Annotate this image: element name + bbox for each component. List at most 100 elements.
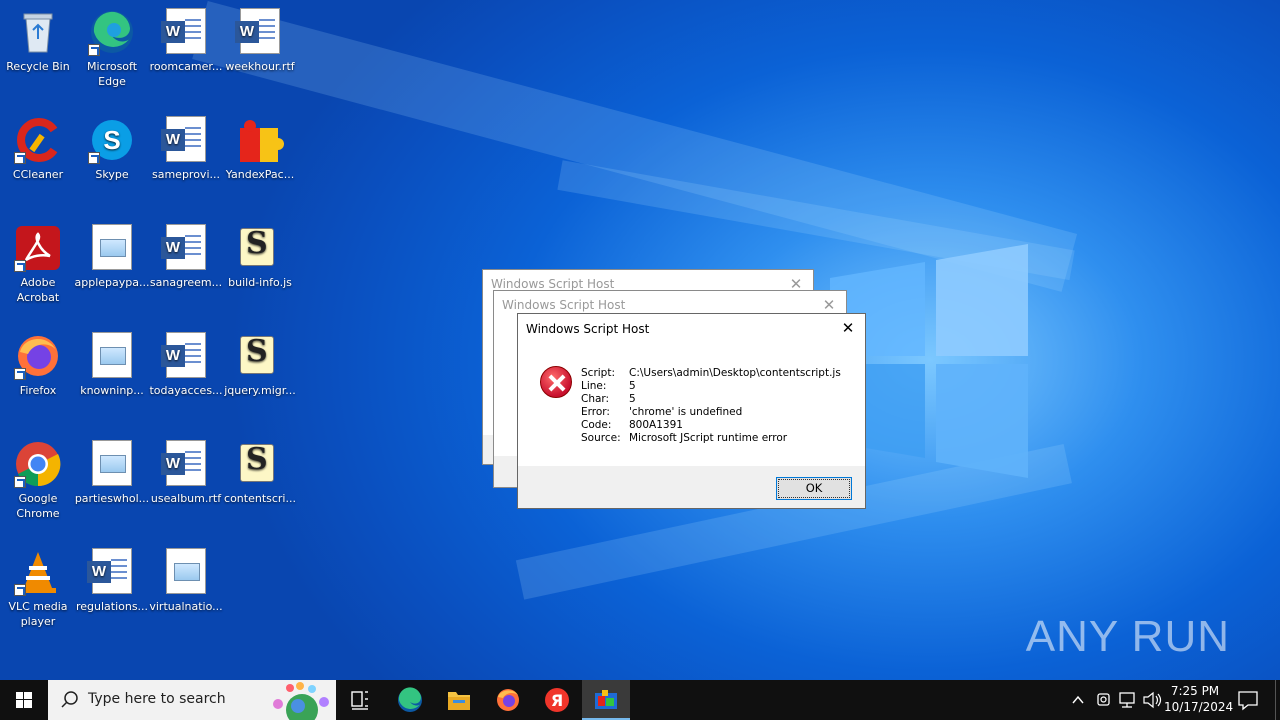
tray-overflow-button[interactable] (1066, 680, 1090, 720)
windows-start-icon (16, 692, 32, 708)
desktop-icon-file[interactable]: W sanagreem... (148, 224, 224, 290)
desktop-icon-file[interactable]: W usealbum.rtf (148, 440, 224, 506)
taskbar-yandex[interactable]: Я (533, 680, 581, 720)
desktop-icon-skype[interactable]: S Skype (74, 116, 150, 182)
skype-icon: S (88, 116, 136, 164)
shortcut-arrow-icon (88, 152, 100, 164)
tray-meet-now[interactable] (1092, 680, 1116, 720)
network-icon (1119, 692, 1135, 708)
error-row-script: Script: C:\Users\admin\Desktop\contentscr… (581, 367, 841, 379)
error-row-source: Source: Microsoft JScript runtime error (581, 432, 788, 444)
desktop[interactable]: Recycle Bin CCleaner Adobe Acrobat Firef… (0, 0, 1280, 680)
dialog-title: Windows Script Host (526, 322, 650, 336)
desktop-icon-file[interactable]: partieswhol... (74, 440, 150, 506)
desktop-icon-label: CCleaner (12, 168, 64, 181)
search-box[interactable]: Type here to search (48, 680, 336, 720)
desktop-icon-microsoft-edge[interactable]: Microsoft Edge (74, 8, 150, 89)
word-document-icon: W (161, 440, 210, 488)
close-icon[interactable]: ✕ (839, 319, 857, 337)
firefox-icon (14, 332, 62, 380)
tray-volume[interactable] (1140, 680, 1164, 720)
anyrun-watermark: ANY RUN (1025, 612, 1230, 661)
desktop-icon-label: sanagreem... (149, 276, 223, 289)
word-document-icon: W (235, 8, 284, 56)
desktop-icon-label: build-info.js (228, 276, 292, 289)
dialog-body: Script: C:\Users\admin\Desktop\contentscr… (518, 344, 865, 466)
image-file-icon (88, 440, 136, 488)
tray-clock[interactable]: 7:25 PM 10/17/2024 (1164, 680, 1234, 720)
recycle-bin-icon (14, 8, 62, 56)
vlc-icon (14, 548, 62, 596)
error-row-line: Line: 5 (581, 380, 636, 392)
desktop-icon-file[interactable]: W sameprovi... (148, 116, 224, 182)
start-button[interactable] (0, 680, 48, 720)
image-file-icon (88, 332, 136, 380)
image-file-icon (162, 548, 210, 596)
show-desktop-button[interactable] (1275, 680, 1280, 720)
script-error-dialog[interactable]: Windows Script Host ✕ Script: C:\Users\ad… (517, 313, 866, 509)
search-placeholder: Type here to search (88, 691, 226, 707)
desktop-icon-firefox[interactable]: Firefox (0, 332, 76, 398)
shortcut-arrow-icon (14, 368, 26, 380)
taskbar: Type here to search Я 7:25 PM 10/17/2024 (0, 680, 1280, 720)
edge-icon (88, 8, 136, 56)
desktop-icon-file[interactable]: applepaypa... (74, 224, 150, 290)
desktop-icon-label: weekhour.rtf (225, 60, 295, 73)
desktop-icon-label: Skype (95, 168, 129, 181)
webcam-icon (1097, 693, 1110, 706)
desktop-icon-file[interactable]: virtualnatio... (148, 548, 224, 614)
taskbar-firefox[interactable] (484, 680, 532, 720)
notification-icon (1238, 691, 1258, 711)
desktop-icon-label: usealbum.rtf (150, 492, 222, 505)
shortcut-arrow-icon (14, 152, 26, 164)
desktop-icon-ccleaner[interactable]: CCleaner (0, 116, 76, 182)
desktop-icon-label: roomcamer... (149, 60, 223, 73)
desktop-icon-file[interactable]: S build-info.js (222, 224, 298, 290)
desktop-icon-file[interactable]: S contentscri... (222, 440, 298, 506)
task-view-button[interactable] (336, 680, 384, 720)
desktop-icon-file[interactable]: W regulations... (74, 548, 150, 614)
desktop-icon-yandex[interactable]: YandexPac... (222, 116, 298, 182)
tray-notifications[interactable] (1232, 680, 1264, 720)
taskbar-edge[interactable] (386, 680, 434, 720)
clock-time: 7:25 PM (1170, 684, 1220, 698)
word-document-icon: W (161, 332, 210, 380)
desktop-icon-recycle-bin[interactable]: Recycle Bin (0, 8, 76, 74)
taskbar-script-host[interactable] (582, 680, 630, 720)
desktop-icon-google-chrome[interactable]: Google Chrome (0, 440, 76, 521)
desktop-icon-label: Firefox (19, 384, 57, 397)
desktop-icon-label: todayacces... (149, 384, 223, 397)
desktop-icon-file[interactable]: W weekhour.rtf (222, 8, 298, 74)
chrome-icon (14, 440, 62, 488)
desktop-icon-file[interactable]: W roomcamer... (148, 8, 224, 74)
desktop-icon-label: Recycle Bin (6, 60, 70, 73)
desktop-icon-file[interactable]: knowninp... (74, 332, 150, 398)
desktop-icon-label: contentscri... (224, 492, 296, 505)
desktop-icon-adobe-acrobat[interactable]: Adobe Acrobat (0, 224, 76, 305)
clock-date: 10/17/2024 (1164, 700, 1234, 714)
shortcut-arrow-icon (14, 260, 26, 272)
yandex-puzzle-icon (236, 116, 284, 164)
close-icon[interactable]: ✕ (820, 296, 838, 314)
desktop-icon-label: jquery.migr... (224, 384, 296, 397)
desktop-icon-file[interactable]: W todayacces... (148, 332, 224, 398)
ccleaner-icon (14, 116, 62, 164)
desktop-icon-label: YandexPac... (225, 168, 295, 181)
yandex-browser-icon: Я (545, 688, 569, 712)
desktop-icon-vlc[interactable]: VLC media player (0, 548, 76, 629)
taskbar-file-explorer[interactable] (435, 680, 483, 720)
tray-network[interactable] (1116, 680, 1140, 720)
desktop-icon-label: Google Chrome (16, 492, 60, 520)
ok-button[interactable]: OK (776, 477, 852, 500)
dialog-titlebar[interactable]: Windows Script Host ✕ (518, 314, 865, 344)
dialog-title: Windows Script Host (502, 298, 626, 312)
word-document-icon: W (87, 548, 136, 596)
search-highlight-icon (273, 682, 329, 720)
error-icon (540, 366, 572, 398)
desktop-icon-file[interactable]: S jquery.migr... (222, 332, 298, 398)
image-file-icon (88, 224, 136, 272)
word-document-icon: W (161, 8, 210, 56)
script-file-icon: S (236, 332, 284, 380)
script-file-icon: S (236, 440, 284, 488)
shortcut-arrow-icon (14, 476, 26, 488)
